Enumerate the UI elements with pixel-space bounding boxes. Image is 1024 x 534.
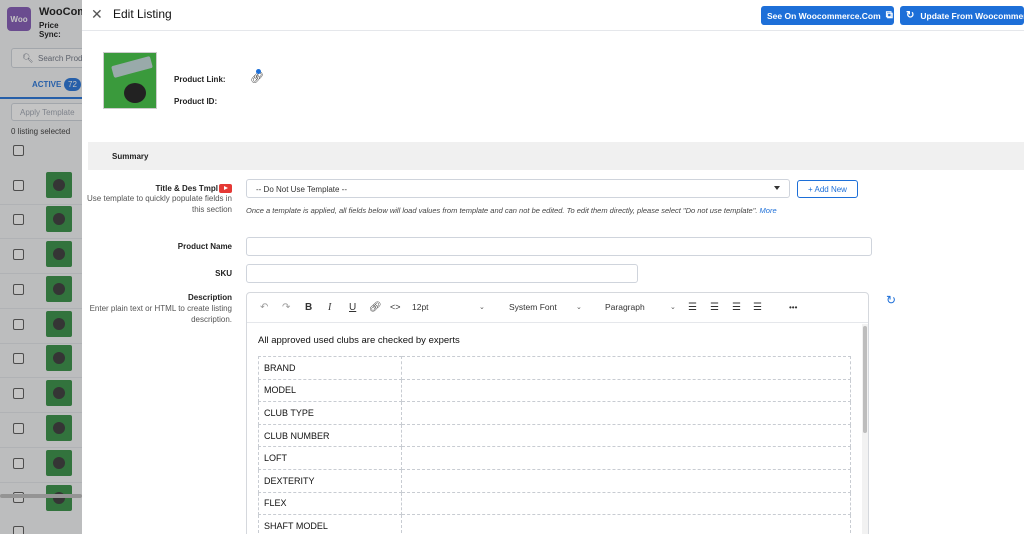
see-on-woocommerce-button[interactable]: See On Woocommerce.Com ⧉ xyxy=(761,6,894,25)
template-field-label: Title & Des Tmpl xyxy=(155,184,232,194)
see-on-woocommerce-label: See On Woocommerce.Com xyxy=(767,10,881,21)
table-row: BRAND xyxy=(258,356,851,380)
panel-header: ✕ Edit Listing See On Woocommerce.Com ⧉ … xyxy=(82,0,1024,31)
update-from-woocommerce-label: Update From Woocommerce xyxy=(920,10,1024,21)
spec-value xyxy=(401,446,851,470)
close-icon[interactable]: ✕ xyxy=(91,6,103,23)
chevron-down-icon xyxy=(774,186,780,190)
font-family-select[interactable]: System Font ⌄ xyxy=(509,302,585,312)
editor-content[interactable]: All approved used clubs are checked by e… xyxy=(247,324,865,534)
table-row: DEXTERITY xyxy=(258,468,851,493)
template-note-text: Once a template is applied, all fields b… xyxy=(246,206,758,215)
refresh-icon[interactable]: ↻ xyxy=(886,293,896,307)
align-right-icon[interactable]: ☰ xyxy=(732,302,741,313)
spec-value xyxy=(401,491,851,516)
scrollbar-thumb[interactable] xyxy=(863,326,867,433)
spec-value xyxy=(401,378,851,403)
template-select-value: -- Do Not Use Template -- xyxy=(256,185,347,194)
panel-title: Edit Listing xyxy=(113,7,172,21)
italic-icon[interactable]: I xyxy=(328,302,331,313)
spec-value xyxy=(401,468,851,493)
update-from-woocommerce-button[interactable]: ↻ Update From Woocommerce xyxy=(900,6,1024,25)
spec-key: DEXTERITY xyxy=(258,468,402,493)
sku-label: SKU xyxy=(215,269,232,278)
add-new-template-button[interactable]: + Add New xyxy=(797,180,858,198)
spec-key: BRAND xyxy=(258,356,402,380)
font-size-value: 12pt xyxy=(412,302,429,312)
spec-key: MODEL xyxy=(258,378,402,403)
specs-table: BRAND MODEL CLUB TYPE CLUB NUMBER LOFT D… xyxy=(258,356,851,534)
product-id-label: Product ID: xyxy=(174,97,218,106)
more-options-icon[interactable]: ••• xyxy=(789,303,797,312)
external-link-icon: ⧉ xyxy=(885,10,893,21)
editor-scrollbar[interactable] xyxy=(862,324,868,534)
description-help-text: Enter plain text or HTML to create listi… xyxy=(89,304,232,324)
table-row: SHAFT MODEL xyxy=(258,514,851,534)
spec-key: LOFT xyxy=(258,446,402,470)
spec-value xyxy=(401,514,851,534)
sync-icon: ↻ xyxy=(906,10,915,21)
spec-value xyxy=(401,401,851,425)
code-icon[interactable]: <> xyxy=(390,302,401,312)
link-icon[interactable]: 🔗︎ xyxy=(369,302,382,313)
product-name-label: Product Name xyxy=(177,242,232,251)
table-row: LOFT xyxy=(258,446,851,470)
spec-key: FLEX xyxy=(258,491,402,516)
spec-key: CLUB NUMBER xyxy=(258,423,402,448)
chevron-down-icon: ⌄ xyxy=(576,304,582,311)
modal-backdrop[interactable] xyxy=(0,0,82,534)
font-family-value: System Font xyxy=(509,302,557,312)
youtube-icon[interactable] xyxy=(219,184,232,194)
chevron-down-icon: ⌄ xyxy=(479,304,485,311)
editor-toolbar: ↶ ↷ B I U 🔗︎ <> 12pt ⌄ System Font ⌄ Parag… xyxy=(247,293,868,323)
table-row: MODEL xyxy=(258,378,851,403)
edit-listing-panel: ✕ Edit Listing See On Woocommerce.Com ⧉ … xyxy=(82,0,1024,534)
spec-key: SHAFT MODEL xyxy=(258,514,402,534)
align-justify-icon[interactable]: ☰ xyxy=(753,302,762,313)
font-size-select[interactable]: 12pt ⌄ xyxy=(412,302,488,312)
more-link[interactable]: More xyxy=(760,206,777,215)
align-center-icon[interactable]: ☰ xyxy=(710,302,719,313)
product-image xyxy=(103,52,157,109)
spec-value xyxy=(401,356,851,380)
summary-section-header: Summary xyxy=(88,142,1024,170)
block-format-select[interactable]: Paragraph ⌄ xyxy=(605,302,681,312)
block-format-value: Paragraph xyxy=(605,302,645,312)
spec-key: CLUB TYPE xyxy=(258,401,402,425)
template-select[interactable]: -- Do Not Use Template -- xyxy=(246,179,790,198)
template-note: Once a template is applied, all fields b… xyxy=(246,205,806,216)
summary-title: Summary xyxy=(112,152,149,161)
undo-icon[interactable]: ↶ xyxy=(260,302,268,313)
product-name-input[interactable] xyxy=(246,237,872,256)
intro-text: All approved used clubs are checked by e… xyxy=(258,335,460,346)
product-link-label: Product Link: xyxy=(174,75,226,84)
template-help-text: Use template to quickly populate fields … xyxy=(87,194,232,214)
chevron-down-icon: ⌄ xyxy=(670,304,676,311)
description-editor[interactable]: ↶ ↷ B I U 🔗︎ <> 12pt ⌄ System Font ⌄ Parag… xyxy=(246,292,869,534)
table-row: CLUB NUMBER xyxy=(258,423,851,448)
underline-icon[interactable]: U xyxy=(349,302,356,313)
bold-icon[interactable]: B xyxy=(305,302,312,313)
description-label: Description xyxy=(187,293,232,302)
align-left-icon[interactable]: ☰ xyxy=(688,302,697,313)
redo-icon[interactable]: ↷ xyxy=(282,302,290,313)
table-row: FLEX xyxy=(258,491,851,516)
template-label-text: Title & Des Tmpl xyxy=(155,184,218,193)
link-icon[interactable]: 🔗︎ xyxy=(250,69,264,84)
sku-input[interactable] xyxy=(246,264,638,283)
spec-value xyxy=(401,423,851,448)
table-row: CLUB TYPE xyxy=(258,401,851,425)
